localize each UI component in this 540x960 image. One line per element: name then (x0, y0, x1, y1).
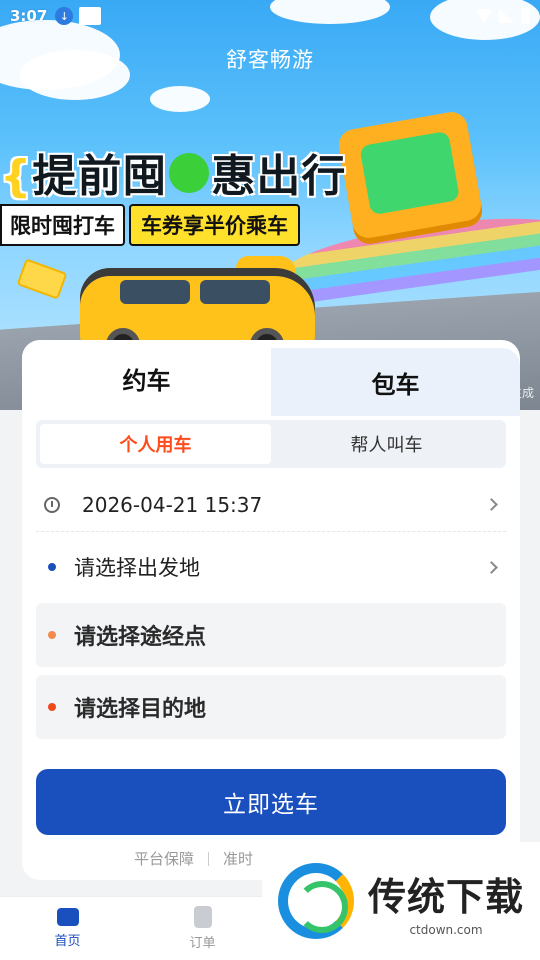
on-time-link[interactable]: 准时 (223, 848, 253, 869)
headline-brace: { (0, 151, 33, 202)
notification-icon (79, 7, 102, 25)
booking-card: 包车 约车 个人用车 帮人叫车 2026-04-21 15:37 请选择出发地 … (22, 340, 520, 880)
destination-field[interactable]: 请选择目的地 (36, 675, 506, 739)
watermark: 传统下载 ctdown.com (262, 842, 540, 960)
clock-icon (44, 496, 60, 513)
tab-ride[interactable]: 约车 (22, 340, 271, 416)
headline-part1: 提前囤 (32, 151, 168, 202)
promo-tags: 限时囤打车 车券享半价乘车 (0, 204, 300, 246)
start-location-placeholder: 请选择出发地 (74, 556, 200, 580)
chevron-right-icon (485, 560, 498, 574)
departure-time-row[interactable]: 2026-04-21 15:37 (36, 478, 506, 532)
taxi-graphic (80, 268, 315, 362)
nav-item-orders[interactable]: 订单 (135, 897, 270, 960)
service-tabs: 包车 约车 (22, 340, 520, 416)
nav-label-orders: 订单 (189, 936, 216, 951)
coupon-graphic (16, 258, 68, 300)
watermark-text: 传统下载 ctdown.com (368, 866, 524, 937)
segment-self[interactable]: 个人用车 (40, 424, 271, 464)
select-car-button[interactable]: 立即选车 (36, 769, 506, 835)
promo-tag-left: 限时囤打车 (0, 204, 125, 246)
tab-charter[interactable]: 包车 (251, 348, 520, 416)
app-title: 舒客畅游 (226, 48, 314, 72)
order-icon (193, 906, 212, 928)
via-location-field[interactable]: 请选择途经点 (36, 603, 506, 667)
nav-label-home: 首页 (54, 934, 81, 949)
destination-dot-icon (48, 703, 56, 711)
phone-wallet-graphic (336, 109, 484, 241)
footer-links: 平台保障 准时 (134, 848, 253, 869)
via-dot-icon (48, 631, 56, 639)
rider-segment: 个人用车 帮人叫车 (36, 420, 506, 468)
start-location-row[interactable]: 请选择出发地 (36, 540, 506, 594)
platform-guarantee-link[interactable]: 平台保障 (134, 848, 194, 869)
taxi-window (200, 280, 270, 304)
segment-for-others[interactable]: 帮人叫车 (271, 424, 502, 464)
promo-tag-right: 车券享半价乘车 (129, 204, 300, 246)
chevron-right-icon (485, 498, 498, 511)
mascot-icon (169, 153, 210, 193)
taxi-window (120, 280, 190, 304)
cloud (150, 86, 210, 112)
promo-headline: {提前囤 惠出行 (0, 140, 346, 204)
signal-icon (499, 9, 515, 23)
wifi-icon (475, 9, 493, 23)
nav-item-home[interactable]: 首页 (0, 897, 135, 960)
departure-time: 2026-04-21 15:37 (82, 492, 263, 517)
car-icon (56, 908, 79, 926)
status-bar: 3:07 ↓ (0, 0, 540, 32)
download-icon: ↓ (55, 7, 74, 25)
status-time: 3:07 (10, 7, 48, 25)
headline-part2: 惠出行 (211, 151, 347, 202)
watermark-title: 传统下载 (368, 874, 525, 919)
start-dot-icon (48, 563, 56, 571)
destination-placeholder: 请选择目的地 (74, 697, 207, 722)
battery-icon (521, 8, 530, 24)
via-location-placeholder: 请选择途经点 (74, 625, 207, 650)
watermark-logo-icon (278, 863, 354, 939)
divider (208, 851, 210, 866)
watermark-url: ctdown.com (409, 922, 483, 937)
